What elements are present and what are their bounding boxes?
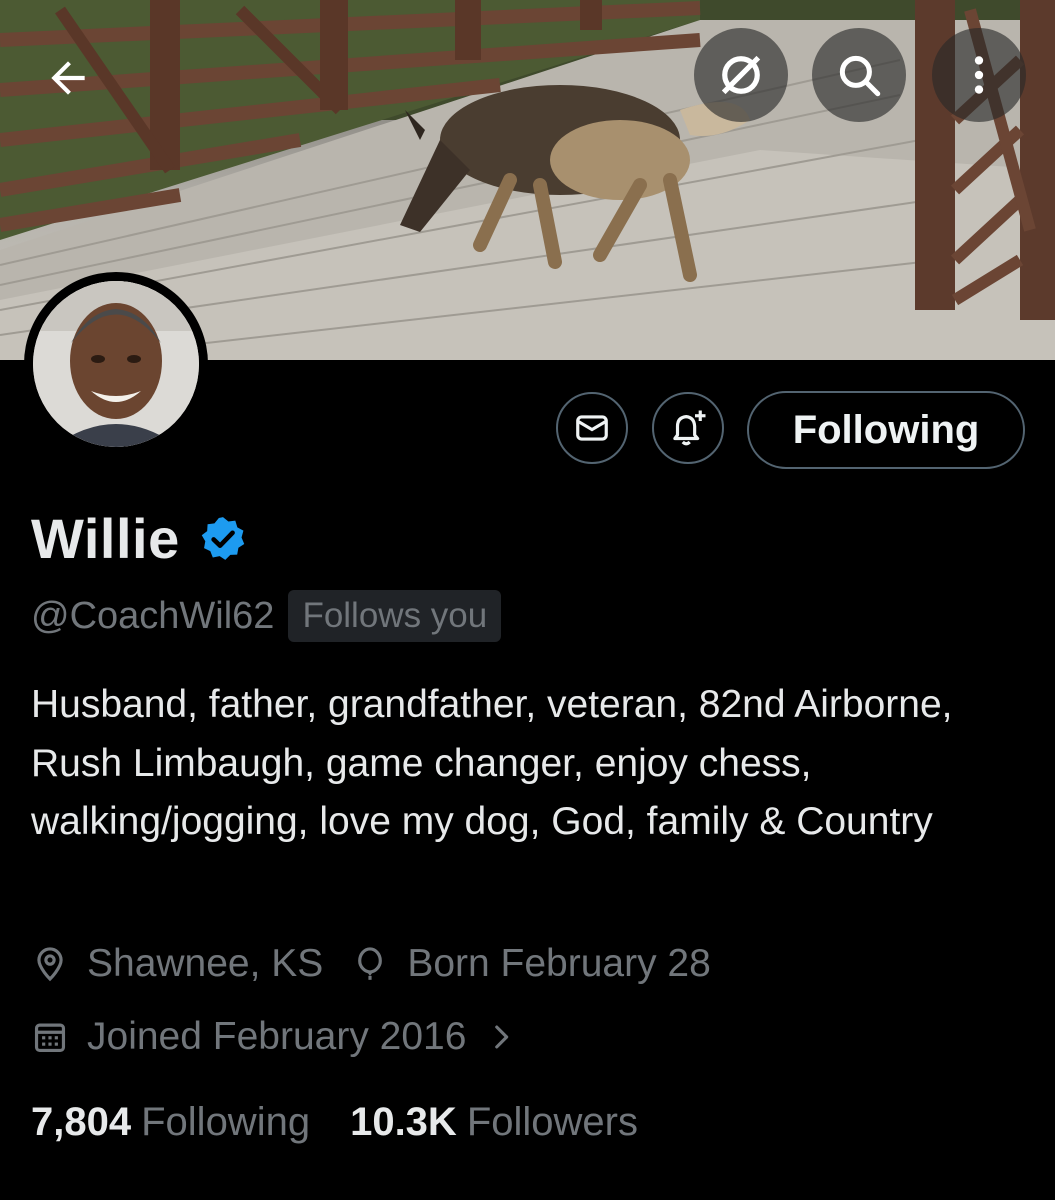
more-vertical-icon [974, 56, 984, 94]
joined-row[interactable]: Joined February 2016 [31, 1015, 546, 1059]
display-name: Willie [31, 507, 180, 570]
birthday-item: Born February 28 [351, 942, 711, 986]
envelope-icon [576, 415, 608, 441]
following-label: Following [141, 1100, 311, 1144]
arrow-left-icon [51, 61, 85, 95]
handle-row: @CoachWil62 Follows you [31, 590, 502, 642]
grok-button[interactable] [694, 28, 788, 122]
more-button[interactable] [932, 28, 1026, 122]
follow-stats: 7,804 Following 10.3K Followers [31, 1100, 678, 1145]
search-button[interactable] [812, 28, 906, 122]
bell-plus-icon [673, 410, 706, 446]
back-button[interactable] [30, 40, 106, 116]
followers-label: Followers [466, 1100, 638, 1144]
balloon-icon [358, 947, 383, 980]
followers-count: 10.3K [350, 1100, 457, 1144]
name-row: Willie [31, 506, 248, 571]
chevron-right-icon [495, 1025, 509, 1049]
profile-bio: Husband, father, grandfather, veteran, 8… [31, 683, 953, 843]
username-handle: @CoachWil62 [31, 594, 275, 637]
notifications-button[interactable] [652, 392, 724, 464]
following-stat[interactable]: 7,804 Following [31, 1100, 310, 1145]
following-count: 7,804 [31, 1100, 132, 1144]
avatar-photo [33, 281, 199, 447]
location-item: Shawnee, KS [31, 942, 323, 986]
search-icon [839, 55, 881, 97]
joined-text: Joined February 2016 [87, 1015, 467, 1058]
joined-item[interactable]: Joined February 2016 [31, 1015, 518, 1059]
followers-stat[interactable]: 10.3K Followers [350, 1100, 638, 1145]
message-button[interactable] [556, 392, 628, 464]
location-text: Shawnee, KS [87, 942, 324, 985]
verified-badge-icon[interactable] [198, 514, 248, 564]
avatar[interactable] [24, 272, 208, 456]
birthday-text: Born February 28 [407, 942, 711, 985]
profile-meta-row: Shawnee, KS Born February 28 [31, 942, 739, 986]
following-button[interactable]: Following [747, 391, 1025, 469]
follows-you-badge: Follows you [288, 590, 502, 642]
calendar-icon [34, 1023, 66, 1053]
location-pin-icon [37, 947, 63, 982]
grok-icon [721, 55, 761, 95]
